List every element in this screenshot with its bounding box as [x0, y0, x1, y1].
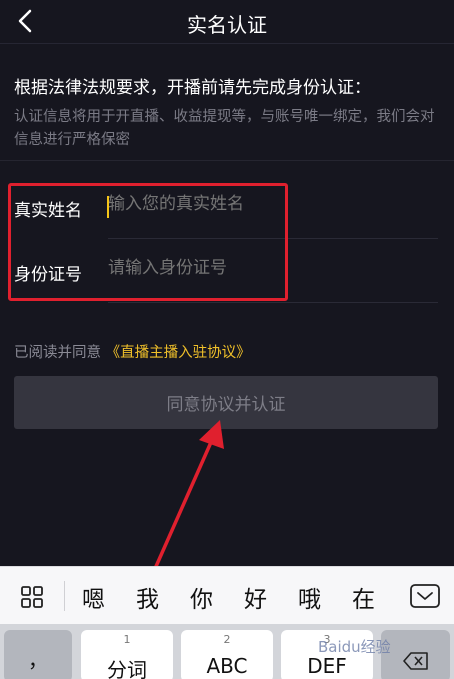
candidate-word[interactable]: 哦: [298, 580, 321, 614]
keyboard-collapse-icon[interactable]: [409, 582, 441, 610]
candidate-word[interactable]: 嗯: [82, 580, 105, 614]
delete-key[interactable]: [381, 630, 450, 679]
key-2[interactable]: 2 ABC: [181, 630, 273, 679]
key-1[interactable]: 1 分词: [81, 630, 173, 679]
candidate-separator: [64, 581, 65, 611]
baidu-watermark: Baidu经验: [318, 638, 391, 656]
candidate-word[interactable]: 你: [190, 580, 213, 614]
candidate-word[interactable]: 好: [244, 580, 267, 614]
comma-key[interactable]: ，: [4, 630, 72, 679]
candidate-bar: 嗯 我 你 好 哦 在: [0, 566, 454, 624]
candidate-word[interactable]: 我: [136, 580, 159, 614]
backspace-icon: [403, 652, 428, 670]
candidate-word[interactable]: 在: [352, 580, 375, 614]
keyboard-grid-icon[interactable]: [20, 585, 44, 609]
